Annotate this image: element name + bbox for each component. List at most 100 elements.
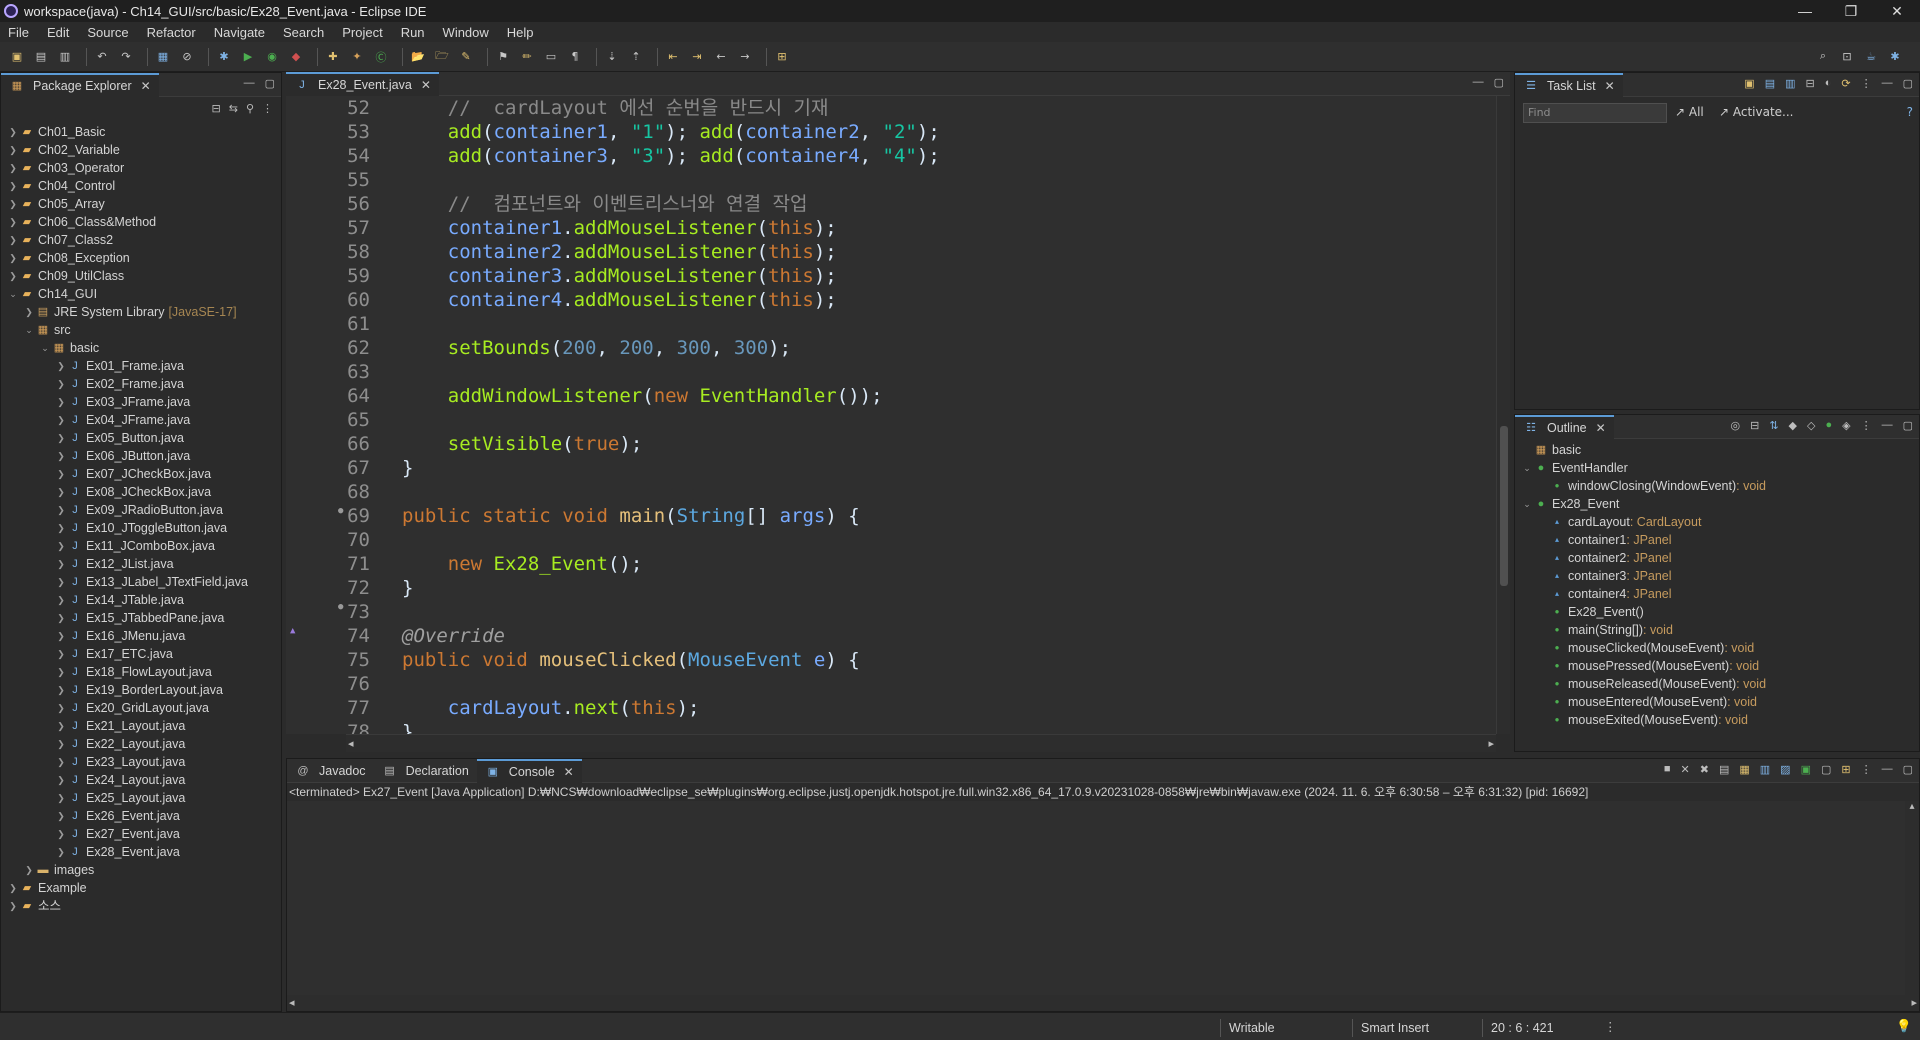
chevron-right-icon[interactable]: ❯ [7, 213, 19, 231]
tree-java-file[interactable]: ❯ J Ex13_JLabel_JTextField.java [7, 573, 281, 591]
chevron-down-icon[interactable]: ⌄ [7, 285, 19, 303]
new-console-icon[interactable]: ⊞ [1841, 763, 1850, 776]
external-tools-icon[interactable]: ◆ [287, 49, 305, 65]
scroll-thumb[interactable] [1500, 426, 1508, 586]
maximize-view-icon[interactable]: ▢ [265, 77, 275, 90]
new-task-icon[interactable]: ▣ [1744, 77, 1754, 90]
forward-icon[interactable]: → [736, 49, 754, 65]
next-annotation-icon[interactable]: ⇣ [603, 49, 621, 65]
hide-static-icon[interactable]: ◇ [1807, 419, 1815, 432]
focus-active-icon[interactable]: ◎ [1730, 419, 1740, 432]
menu-run[interactable]: Run [393, 25, 435, 40]
chevron-down-icon[interactable]: ⌄ [39, 339, 51, 357]
menu-navigate[interactable]: Navigate [206, 25, 275, 40]
tree-project[interactable]: ❯ ▰ Ch06_Class&Method [7, 213, 281, 231]
activate-link[interactable]: ↗ Activate... [1719, 105, 1794, 119]
maximize-view-icon[interactable]: ▢ [1494, 76, 1504, 89]
tree-java-file[interactable]: ❯ J Ex26_Event.java [7, 807, 281, 825]
view-menu-icon[interactable]: ⋮ [1861, 419, 1872, 432]
chevron-right-icon[interactable]: ❯ [7, 141, 19, 159]
java-perspective-icon[interactable]: ☕ [1862, 48, 1880, 64]
hide-fields-icon[interactable]: ◆ [1789, 419, 1797, 432]
tree-project[interactable]: ❯ ▰ Ch01_Basic [7, 123, 281, 141]
menu-project[interactable]: Project [334, 25, 392, 40]
scroll-lock-icon[interactable]: ▤ [1719, 763, 1729, 776]
chevron-right-icon[interactable]: ❯ [55, 393, 67, 411]
new-java-project-icon[interactable]: ✚ [324, 49, 342, 65]
tab-javadoc[interactable]: @ Javadoc [287, 759, 374, 783]
chevron-right-icon[interactable]: ❯ [55, 681, 67, 699]
mark-occurrences-icon[interactable]: ✏ [518, 49, 536, 65]
menu-edit[interactable]: Edit [39, 25, 79, 40]
tree-java-file[interactable]: ❯ J Ex08_JCheckBox.java [7, 483, 281, 501]
close-icon[interactable]: ✕ [141, 79, 151, 93]
save-icon[interactable]: ▤ [32, 49, 50, 65]
minimize-view-icon[interactable]: — [244, 77, 255, 90]
collapse-all-icon[interactable]: ⊟ [212, 102, 221, 115]
new-package-icon[interactable]: ✦ [348, 49, 366, 65]
debug-icon[interactable]: ✱ [215, 49, 233, 65]
console-vertical-scrollbar[interactable]: ▴ [1905, 801, 1919, 995]
tab-outline[interactable]: ☷ Outline ✕ [1515, 414, 1614, 439]
last-edit-location-icon[interactable]: ⇤ [664, 49, 682, 65]
tree-java-file[interactable]: ❯ J Ex10_JToggleButton.java [7, 519, 281, 537]
tree-java-file[interactable]: ❯ J Ex23_Layout.java [7, 753, 281, 771]
undo-icon[interactable]: ↶ [93, 49, 111, 65]
forward-edit-icon[interactable]: ⇥ [688, 49, 706, 65]
status-menu-icon[interactable]: ⋮ [1604, 1019, 1617, 1034]
show-whitespace-icon[interactable]: ¶ [566, 49, 584, 65]
maximize-view-icon[interactable]: ▢ [1903, 763, 1913, 776]
outline-item[interactable]: ▴ cardLayout : CardLayout [1521, 513, 1919, 531]
chevron-right-icon[interactable]: ❯ [55, 537, 67, 555]
insert-mode-status[interactable]: Smart Insert [1352, 1019, 1429, 1037]
minimize-button[interactable]: — [1782, 0, 1828, 22]
tree-project[interactable]: ❯ ▰ 소스 [7, 897, 281, 915]
tree-folder[interactable]: ❯ ▬ images [7, 861, 281, 879]
chevron-right-icon[interactable]: ❯ [7, 231, 19, 249]
editor-horizontal-scrollbar[interactable]: ◂ ▸ [346, 734, 1496, 752]
maximize-view-icon[interactable]: ▢ [1903, 77, 1913, 90]
tree-java-file[interactable]: ❯ J Ex16_JMenu.java [7, 627, 281, 645]
tree-java-file[interactable]: ❯ J Ex18_FlowLayout.java [7, 663, 281, 681]
chevron-right-icon[interactable]: ❯ [23, 303, 35, 321]
chevron-right-icon[interactable]: ❯ [55, 663, 67, 681]
tree-java-file[interactable]: ❯ J Ex21_Layout.java [7, 717, 281, 735]
back-icon[interactable]: ← [712, 49, 730, 65]
chevron-right-icon[interactable]: ❯ [55, 717, 67, 735]
link-with-editor-icon[interactable]: ⇆ [229, 102, 238, 115]
skip-breakpoints-icon[interactable]: ⊘ [178, 49, 196, 65]
outline-item[interactable]: ● Ex28_Event() [1521, 603, 1919, 621]
tree-java-file[interactable]: ❯ J Ex06_JButton.java [7, 447, 281, 465]
task-find-input[interactable]: Find [1523, 103, 1667, 123]
scroll-right-icon[interactable]: ▸ [1911, 996, 1917, 1009]
open-type-icon[interactable]: 📂 [409, 49, 427, 65]
chevron-right-icon[interactable]: ❯ [55, 465, 67, 483]
close-window-button[interactable]: ✕ [1874, 0, 1920, 22]
tree-java-file[interactable]: ❯ J Ex15_JTabbedPane.java [7, 609, 281, 627]
tree-java-file[interactable]: ❯ J Ex19_BorderLayout.java [7, 681, 281, 699]
open-perspective-icon[interactable]: ⊡ [1838, 48, 1856, 64]
chevron-right-icon[interactable]: ❯ [55, 771, 67, 789]
outline-item[interactable]: ⌄ ● EventHandler [1521, 459, 1919, 477]
scroll-right-icon[interactable]: ▸ [1488, 737, 1494, 750]
tree-project[interactable]: ❯ ▰ Ch07_Class2 [7, 231, 281, 249]
collapse-marker-icon[interactable]: ● [338, 602, 343, 612]
sync-icon[interactable]: ⟳ [1841, 77, 1850, 90]
scheduled-icon[interactable]: ▥ [1785, 77, 1795, 90]
filter-icon[interactable]: ⚲ [246, 102, 254, 115]
chevron-right-icon[interactable]: ❯ [55, 375, 67, 393]
hide-nonpublic-icon[interactable]: ● [1825, 419, 1832, 432]
chevron-right-icon[interactable]: ❯ [55, 411, 67, 429]
chevron-right-icon[interactable]: ❯ [55, 699, 67, 717]
tree-project[interactable]: ❯ ▰ Ch04_Control [7, 177, 281, 195]
open-console-icon[interactable]: ▢ [1821, 763, 1831, 776]
chevron-right-icon[interactable]: ❯ [55, 735, 67, 753]
menu-search[interactable]: Search [275, 25, 334, 40]
menu-help[interactable]: Help [499, 25, 544, 40]
outline-item[interactable]: ▦ basic [1521, 441, 1919, 459]
all-filter-link[interactable]: ↗ All [1675, 105, 1704, 119]
coverage-icon[interactable]: ◉ [263, 49, 281, 65]
tree-java-file[interactable]: ❯ J Ex07_JCheckBox.java [7, 465, 281, 483]
menu-refactor[interactable]: Refactor [139, 25, 206, 40]
outline-item[interactable]: ▴ container2 : JPanel [1521, 549, 1919, 567]
